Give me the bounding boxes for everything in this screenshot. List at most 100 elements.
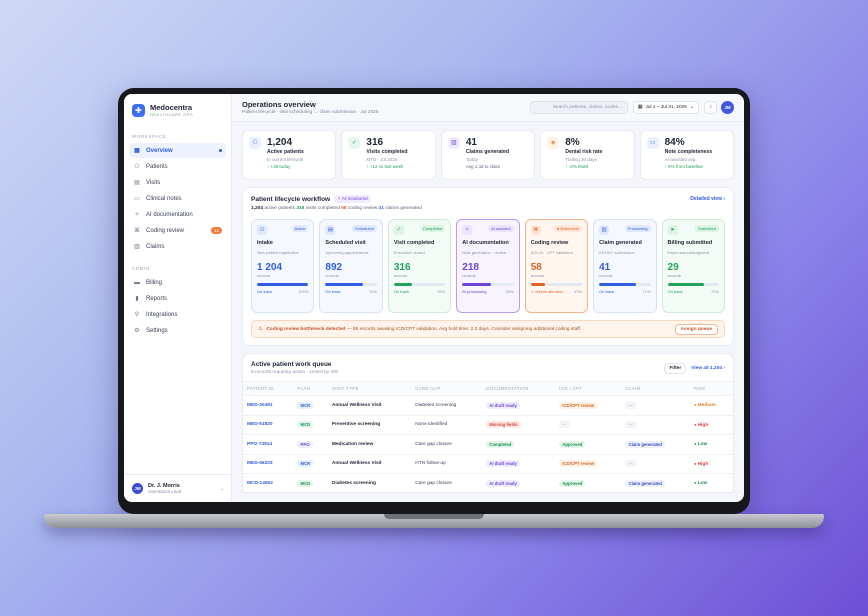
sidebar-item-patients[interactable]: ⚇ Patients	[129, 159, 226, 174]
sidebar-item-ai-documentation[interactable]: ✧ AI documentation	[129, 207, 226, 222]
sidebar-item-billing[interactable]: ▬ Billing	[129, 275, 226, 290]
visit-type: Medication review	[327, 434, 412, 455]
stage-percent: 100%	[298, 288, 309, 294]
sidebar-item-claims[interactable]: ▥ Claims	[129, 239, 226, 254]
table-row[interactable]: MED-20491 MCR Annual Wellness Visit Diabete…	[243, 395, 733, 416]
stage-card[interactable]: ⚇ Active Intake New patient registration 1 2…	[251, 219, 315, 313]
summary-value: 58	[341, 206, 347, 211]
page-title: Operations overview	[242, 100, 316, 109]
column-header[interactable]: VISIT TYPE	[327, 381, 412, 396]
column-header[interactable]: DOCUMENTATION	[482, 381, 556, 396]
plan-badge-cell: MCD	[293, 473, 328, 492]
stage-footer: AI processing 55%	[462, 289, 513, 294]
stage-badge: Active	[291, 225, 309, 232]
stage-value: 29	[667, 262, 679, 273]
stage-card[interactable]: ✧ AI assisted AI documentation Note generat…	[456, 219, 520, 313]
view-all-link[interactable]: View all 1,204 ›	[691, 366, 725, 371]
sidebar-item-overview[interactable]: ▦ Overview	[129, 143, 226, 158]
column-header[interactable]: RISK	[690, 381, 733, 396]
progress-fill	[599, 283, 636, 286]
stat-label: Denial risk rate	[565, 149, 603, 155]
stat-card[interactable]: ✓ 316 Visits completed MTD · Jul 2025 ↑ +12 …	[341, 130, 436, 180]
stage-status: On track	[599, 288, 615, 294]
sidebar-item-label: Claims	[146, 243, 165, 250]
sidebar-item-settings[interactable]: ⚙ Settings	[129, 323, 226, 338]
claim-status: –	[625, 460, 636, 468]
stat-card[interactable]: ▥ 41 Claims generated Today Avg 1.4d to clai…	[440, 130, 536, 180]
care-gap: Diabetes screening	[411, 395, 483, 416]
grid-icon: ▦	[134, 148, 140, 154]
stat-card[interactable]: ⚇ 1,204 Active patients In current lifecycl…	[242, 130, 337, 180]
workflow-summary: 1,204 active patients 316 visits complet…	[251, 206, 725, 211]
plan-badge: MCD	[297, 479, 314, 487]
assign-queue-button[interactable]: Assign queue	[674, 323, 718, 335]
patient-id[interactable]: MCD-14552	[243, 473, 294, 492]
stat-card[interactable]: ◈ 8% Denial risk rate Trailing 30 days ↑ -2%…	[540, 130, 635, 180]
stage-name: AI documentation	[462, 240, 509, 246]
app-window: ✚ Medocentra HEALTHCARE OPS WORKSPACE ▦ O…	[124, 94, 744, 502]
stage-status: On track	[393, 288, 409, 294]
search-input[interactable]: Search patients, claims, codes...	[529, 101, 628, 114]
avatar[interactable]: JM	[721, 101, 734, 114]
column-header[interactable]: PATIENT ID	[243, 381, 294, 396]
table-row[interactable]: PPO-73914 PPO Medication review Care gap cl…	[243, 434, 733, 455]
column-header[interactable]: ICD / CPT	[555, 381, 622, 396]
queue-subtitle: 6 records requiring action · sorted by r…	[251, 370, 338, 375]
stat-value: 316	[366, 137, 384, 148]
brand[interactable]: ✚ Medocentra HEALTHCARE OPS	[124, 94, 231, 126]
column-header[interactable]: PLAN	[293, 381, 328, 396]
stage-card[interactable]: ▤ Scheduled Scheduled visit Upcoming appoin…	[319, 219, 383, 313]
progress-fill	[530, 283, 545, 286]
visit-type: Annual Wellness Visit	[327, 395, 412, 416]
icd-cpt-status: Approved	[559, 440, 586, 448]
progress-fill	[393, 283, 412, 286]
summary-label: visits completed	[305, 206, 340, 211]
sidebar-item-integrations[interactable]: ⚲ Integrations	[129, 307, 226, 322]
stage-card[interactable]: ▥ Processing Claim generated EDI 837 submis…	[593, 219, 657, 313]
stage-card[interactable]: ✓ Completed Visit completed Encounter close…	[387, 219, 452, 313]
document-icon: ▭	[646, 137, 659, 149]
table-row[interactable]: MED-51820 MCD Preventive screening None ide…	[243, 415, 733, 435]
queue-title: Active patient work queue	[251, 361, 332, 368]
stage-description: ICD-10 · CPT validation	[530, 250, 573, 255]
column-header[interactable]: CLAIM	[621, 381, 691, 396]
table-row[interactable]: MED-66203 MCR Annual Wellness Visit HTN fol…	[243, 454, 733, 474]
stat-body: 316 Visits completed MTD · Jul 2025 ↑ +12 v…	[366, 137, 407, 173]
care-gap: Care gap closure	[411, 434, 483, 455]
user-profile[interactable]: JM Dr. J. Morris Operations Lead ⌄	[124, 474, 232, 502]
stage-name: Claim generated	[599, 240, 642, 246]
stage-value: 316	[393, 262, 411, 273]
filter-button[interactable]: Filter	[664, 362, 687, 374]
alert-message: Coding review bottleneck detected — 58 r…	[266, 326, 582, 332]
stage-footer: ⚠ Needs attention 27%	[531, 289, 582, 294]
stat-card[interactable]: ▭ 84% Note completeness AI-assisted avg ↑ 6%…	[639, 130, 735, 180]
receipt-icon: ▥	[599, 225, 610, 235]
sidebar-item-clinical-notes[interactable]: ▭ Clinical notes	[129, 191, 226, 206]
patient-id[interactable]: MED-66203	[243, 454, 294, 474]
sidebar-item-visits[interactable]: ▤ Visits	[129, 175, 226, 190]
date-range-label: Jul 1 – Jul 31, 2025	[645, 105, 687, 110]
stage-description: New patient registration	[257, 250, 300, 255]
stage-name: Intake	[257, 240, 273, 246]
bell-icon[interactable]: ♪	[704, 101, 717, 114]
users-icon: ⚇	[249, 137, 261, 149]
detailed-view-link[interactable]: Detailed view ›	[690, 196, 725, 202]
sidebar-item-reports[interactable]: ▮ Reports	[129, 291, 226, 306]
patient-id[interactable]: MED-51820	[243, 415, 294, 435]
column-header[interactable]: CARE GAP	[411, 381, 483, 396]
date-range-button[interactable]: ▦ Jul 1 – Jul 31, 2025 ⌄	[632, 101, 699, 114]
check-icon: ✓	[348, 137, 361, 149]
stage-value: 58	[530, 262, 542, 273]
stage-card[interactable]: ⌘ ● Bottleneck Coding review ICD-10 · CPT v…	[524, 219, 589, 313]
claim-status-cell: Claim generated	[621, 473, 691, 492]
stat-value: 8%	[565, 137, 580, 148]
table-row[interactable]: MCD-14552 MCD Diabetes screening Care gap c…	[243, 473, 733, 492]
documentation-status: Completed	[486, 440, 515, 448]
chevron-down-icon[interactable]: ⌄	[220, 486, 224, 492]
patient-id[interactable]: MED-20491	[243, 395, 294, 416]
patient-id[interactable]: PPO-73914	[243, 434, 294, 455]
claim-status-cell: –	[621, 395, 691, 416]
sidebar-item-coding-review[interactable]: ⌘ Coding review 12	[129, 223, 226, 238]
stage-card[interactable]: ➤ Submitted Billing submitted Payer acknowl…	[661, 219, 725, 313]
avatar: JM	[132, 483, 143, 494]
